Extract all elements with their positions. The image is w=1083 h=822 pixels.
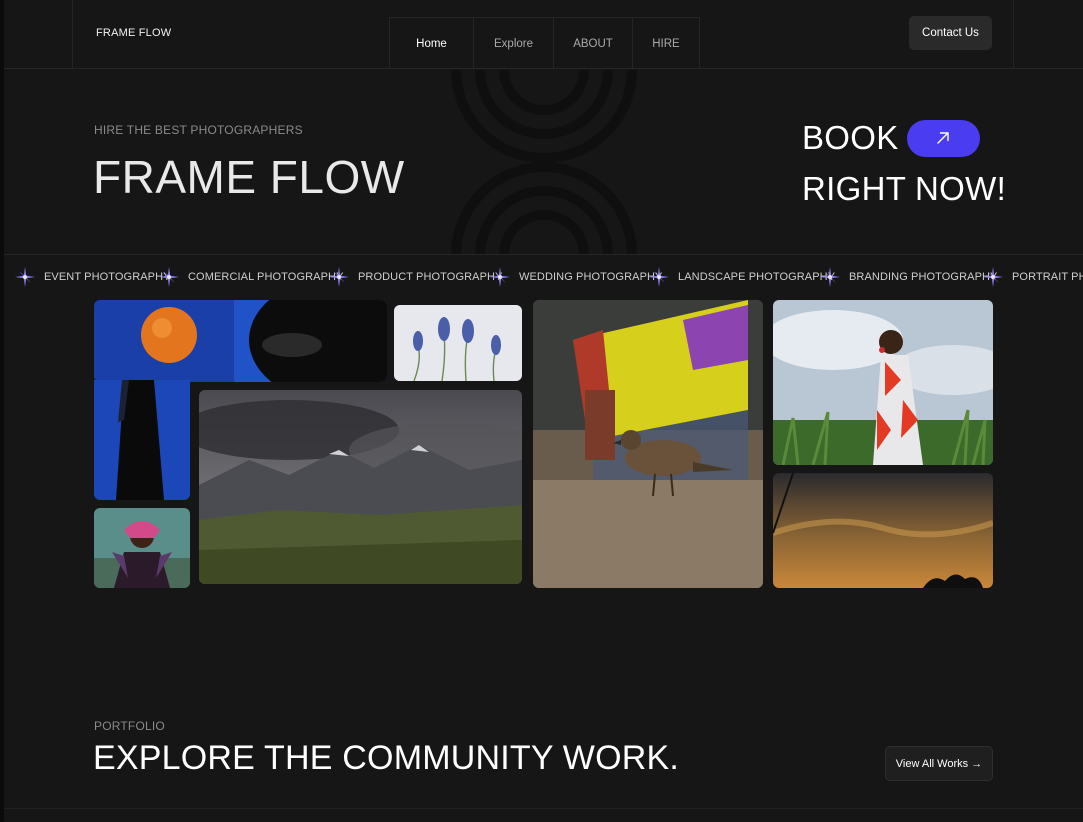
hero-section: HIRE THE BEST PHOTOGRAPHERS FRAME FLOW B… [4, 70, 1083, 255]
portfolio-title: EXPLORE THE COMMUNITY WORK. [93, 739, 679, 777]
woman-field-portrait-image [773, 300, 993, 465]
header-divider [72, 0, 73, 69]
orange-portrait-photo[interactable] [94, 300, 387, 382]
mountain-landscape-image [199, 390, 522, 584]
nav-hire[interactable]: HIRE [633, 18, 699, 69]
mountain-landscape-photo[interactable] [199, 390, 522, 584]
services-marquee: EVENT PHOTOGRAPHY COMERCIAL PHOTOGRAPHY … [4, 256, 1083, 298]
portfolio-subtitle: PORTFOLIO [94, 719, 165, 733]
marquee-item: COMERCIAL PHOTOGRAPHY [159, 256, 344, 298]
nav-about[interactable]: ABOUT [554, 18, 633, 69]
marquee-item: PRODUCT PHOTOGRAPHY [329, 256, 503, 298]
nav-home[interactable]: Home [390, 18, 474, 69]
sunset-sky-photo[interactable] [773, 473, 993, 588]
arrow-up-right-icon [937, 132, 949, 144]
marquee-item-label: EVENT PHOTOGRAPHY [44, 271, 171, 283]
header-divider [1013, 0, 1014, 69]
hero-title: FRAME FLOW [93, 151, 405, 203]
marquee-item: BRANDING PHOTOGRAPHY [820, 256, 998, 298]
marquee-item-label: PORTRAIT PHOTOGRAPHY [1012, 271, 1083, 283]
marquee-item: EVENT PHOTOGRAPHY [15, 256, 171, 298]
book-cta: BOOK [802, 119, 980, 157]
sparkle-star-icon [329, 267, 349, 287]
sparkle-star-icon [649, 267, 669, 287]
sparkle-star-icon [159, 267, 179, 287]
book-text: BOOK [802, 119, 899, 156]
book-right-now-text: RIGHT NOW! [802, 170, 1007, 207]
orange-portrait-photo-lower[interactable] [94, 380, 190, 500]
marquee-item-label: COMERCIAL PHOTOGRAPHY [188, 271, 344, 283]
view-all-works-button[interactable]: View All Works → [885, 746, 993, 781]
book-now-button[interactable] [906, 119, 980, 157]
sunset-sky-image [773, 473, 993, 588]
main-nav: Home Explore ABOUT HIRE [389, 17, 700, 69]
site-header: FRAME FLOW Home Explore ABOUT HIRE Conta… [4, 0, 1083, 69]
marquee-item: PORTRAIT PHOTOGRAPHY [983, 256, 1083, 298]
marquee-item-label: PRODUCT PHOTOGRAPHY [358, 271, 503, 283]
contact-us-button[interactable]: Contact Us [909, 16, 992, 50]
hero-subtitle: HIRE THE BEST PHOTOGRAPHERS [94, 123, 303, 137]
orange-portrait-image [94, 300, 387, 382]
nav-explore[interactable]: Explore [474, 18, 554, 69]
marquee-item: LANDSCAPE PHOTOGRAPHY [649, 256, 835, 298]
sparkle-star-icon [820, 267, 840, 287]
hyacinth-flower-image [394, 305, 522, 381]
hand-silhouette-image [94, 380, 190, 500]
sparrow-photo[interactable] [533, 300, 763, 588]
marquee-item: WEDDING PHOTOGRAPHY [490, 256, 663, 298]
site-logo[interactable]: FRAME FLOW [96, 27, 171, 39]
headscarf-portrait-photo[interactable] [94, 508, 190, 588]
sparkle-star-icon [983, 267, 1003, 287]
background-rings-decoration [451, 70, 637, 254]
marquee-item-label: BRANDING PHOTOGRAPHY [849, 271, 998, 283]
sparkle-star-icon [15, 267, 35, 287]
sparkle-star-icon [490, 267, 510, 287]
marquee-item-label: WEDDING PHOTOGRAPHY [519, 271, 663, 283]
marquee-item-label: LANDSCAPE PHOTOGRAPHY [678, 271, 836, 283]
hyacinth-flower-photo[interactable] [394, 305, 522, 381]
section-divider [4, 808, 1083, 809]
sparrow-image [533, 300, 763, 588]
headscarf-portrait-image [94, 508, 190, 588]
woman-field-portrait-photo[interactable] [773, 300, 993, 465]
